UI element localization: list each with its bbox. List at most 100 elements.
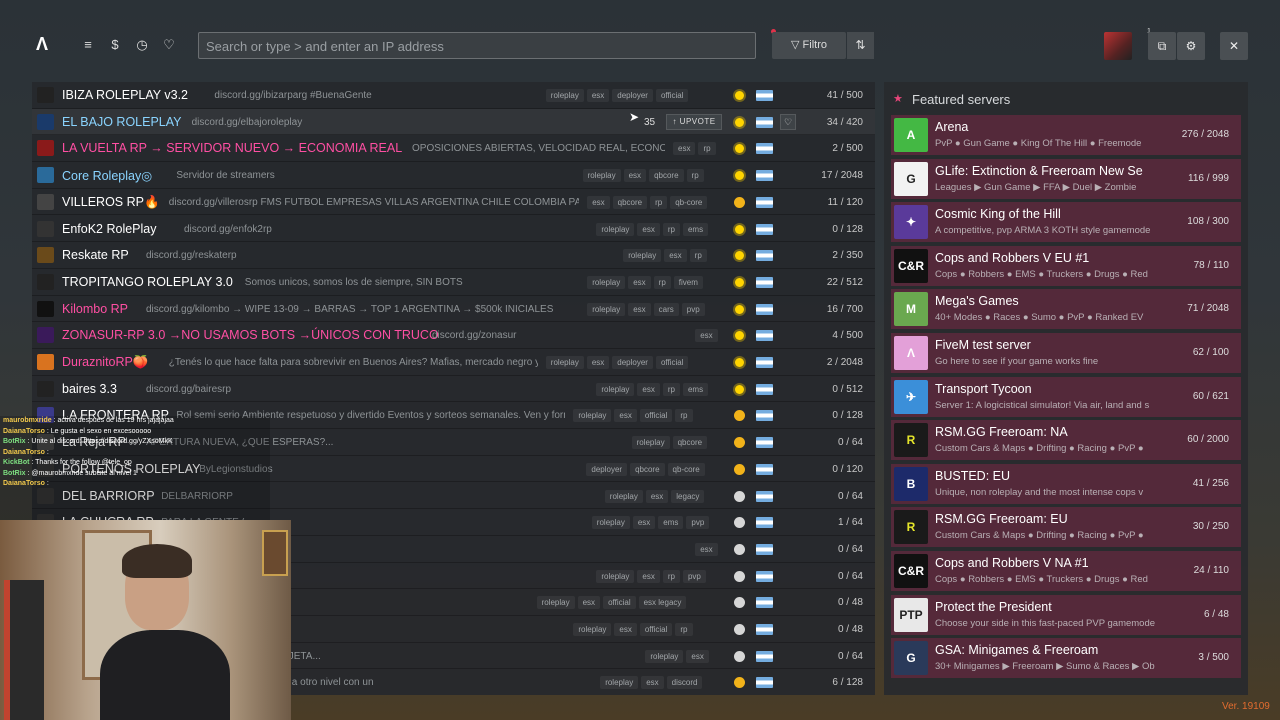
player-count: 22 / 512 bbox=[826, 276, 863, 288]
player-count: 2 / 2048 bbox=[826, 357, 863, 368]
server-row[interactable]: VILLEROS RP🔥 discord.gg/villerosrp FMS FU… bbox=[32, 189, 875, 216]
upvote-button[interactable]: ↑ UPVOTE bbox=[666, 113, 722, 130]
featured-server-card[interactable]: C&R Cops and Robbers V NA #1 Cops ● Robber… bbox=[891, 551, 1241, 591]
featured-server-card[interactable]: C&R Cops and Robbers V EU #1 Cops ● Robber… bbox=[891, 245, 1241, 286]
argentina-flag-icon bbox=[756, 383, 773, 395]
argentina-flag-icon bbox=[756, 624, 773, 635]
server-tag: esx bbox=[673, 142, 696, 156]
top-bar: Λ ≡ $ ◷ ♡ Search or type > and enter an … bbox=[0, 0, 1280, 90]
server-tag: esx bbox=[628, 302, 651, 316]
featured-server-icon: R bbox=[894, 510, 928, 545]
featured-server-description: Go here to see if your game works fine bbox=[935, 356, 1099, 367]
server-name: EnfoK2 RolePlay bbox=[62, 221, 157, 236]
featured-server-card[interactable]: ✦ Cosmic King of the Hill A competitive, p… bbox=[891, 202, 1241, 243]
server-name: IBIZA ROLEPLAY v3.2 bbox=[62, 88, 188, 102]
history-icon[interactable]: ◷ bbox=[132, 36, 152, 54]
featured-server-card[interactable]: R RSM.GG Freeroam: EU Custom Cars & Maps ●… bbox=[891, 507, 1241, 548]
featured-server-icon: C&R bbox=[894, 248, 928, 283]
player-count: 11 / 120 bbox=[827, 196, 863, 208]
argentina-flag-icon bbox=[756, 196, 773, 208]
server-tag: roleplay bbox=[596, 569, 635, 583]
fivem-logo[interactable]: Λ bbox=[36, 34, 56, 56]
gear-icon[interactable]: ⚙ bbox=[1177, 32, 1205, 60]
server-row[interactable]: TROPITANGO ROLEPLAY 3.0 Somos unicos, som… bbox=[32, 269, 875, 296]
featured-server-card[interactable]: A Arena PvP ● Gun Game ● King Of The Hill … bbox=[891, 115, 1241, 155]
server-icon bbox=[37, 327, 54, 344]
featured-server-icon: ✦ bbox=[894, 205, 928, 240]
server-tag: ems bbox=[682, 382, 709, 396]
streamer-body bbox=[100, 630, 230, 720]
server-icon bbox=[37, 247, 54, 264]
featured-player-count: 6 / 48 bbox=[1203, 608, 1229, 620]
server-tag: deployer bbox=[612, 356, 653, 369]
sort-button[interactable]: ⇅ bbox=[847, 32, 874, 59]
server-tags: roleplay esx qbcore rp bbox=[582, 169, 704, 183]
server-row[interactable]: Reskate RP discord.gg/reskaterp roleplay es… bbox=[32, 242, 875, 269]
server-tag: qbcore bbox=[612, 195, 648, 209]
server-row[interactable]: Kilombo RP discord.gg/kilombo → WIPE 13-0… bbox=[32, 296, 875, 323]
featured-server-icon: PTP bbox=[894, 597, 928, 632]
version-label: Ver. 19109 bbox=[1222, 701, 1270, 712]
server-tag: rp bbox=[653, 275, 671, 289]
server-tag: cars bbox=[653, 302, 679, 316]
featured-server-card[interactable]: R RSM.GG Freeroam: NA Custom Cars & Maps ●… bbox=[891, 420, 1241, 461]
webcam-picture-frame bbox=[262, 530, 288, 576]
chat-message: maurobmxride : activa despues de las 19 … bbox=[3, 416, 270, 427]
server-tag: rp bbox=[698, 142, 716, 156]
copy-icon[interactable]: ⧉ bbox=[1148, 32, 1176, 60]
list-icon[interactable]: ≡ bbox=[78, 36, 98, 54]
argentina-flag-icon bbox=[756, 116, 773, 128]
search-input[interactable]: Search or type > and enter an IP address bbox=[198, 32, 756, 59]
chat-text: : bbox=[44, 448, 49, 456]
close-icon[interactable]: ✕ bbox=[1220, 32, 1248, 60]
featured-server-description: Server 1: A logicistical simulator! Via … bbox=[935, 399, 1150, 411]
server-row[interactable]: EnfoK2 RolePlay discord.gg/enfok2rp rolepl… bbox=[32, 216, 875, 243]
filter-button[interactable]: ▽ Filtro bbox=[772, 32, 846, 59]
featured-server-card[interactable]: G GSA: Minigames & Freeroam 30+ Minigames … bbox=[891, 638, 1241, 679]
chat-text: : Thanks for the follow @tele_op bbox=[29, 459, 132, 466]
featured-server-card[interactable]: M Mega's Games 40+ Modes ● Races ● Sumo ● … bbox=[891, 289, 1241, 330]
featured-player-count: 78 / 110 bbox=[1193, 259, 1229, 271]
server-name: TROPITANGO ROLEPLAY 3.0 bbox=[62, 274, 233, 289]
featured-server-icon: B bbox=[894, 466, 928, 501]
server-row[interactable]: EL BAJO ROLEPLAY discord.gg/elbajorolepla… bbox=[32, 108, 875, 136]
player-count: 1 / 64 bbox=[837, 517, 863, 529]
featured-server-icon: Λ bbox=[894, 336, 928, 370]
server-icon bbox=[37, 167, 54, 184]
featured-server-card[interactable]: ✈ Transport Tycoon Server 1: A logicistica… bbox=[891, 376, 1241, 417]
server-row[interactable]: baires 3.3 discord.gg/bairesrp roleplay esx… bbox=[32, 376, 875, 403]
server-row[interactable]: DuraznitoRP🍑 ¿Tenés lo que hace falta par… bbox=[32, 349, 875, 376]
server-tag: esx bbox=[645, 489, 669, 503]
server-tag: fivem bbox=[673, 275, 703, 289]
server-row[interactable]: ZONASUR-RP 3.0 →NO USAMOS BOTS →ÚNICOS C… bbox=[32, 322, 875, 349]
server-tag: rp bbox=[662, 222, 680, 236]
player-count: 34 / 420 bbox=[826, 116, 863, 128]
server-row[interactable]: LA VUELTA RP → SERVIDOR NUEVO → ECONOMIA… bbox=[32, 135, 875, 163]
server-tag: roleplay bbox=[545, 356, 584, 369]
heart-icon[interactable]: ♡ bbox=[159, 36, 179, 54]
argentina-flag-icon bbox=[756, 90, 773, 101]
server-name: ZONASUR-RP 3.0 →NO USAMOS BOTS →ÚNICOS C… bbox=[62, 328, 439, 343]
server-tag: roleplay bbox=[545, 89, 584, 102]
server-status-icon bbox=[735, 251, 744, 261]
server-row[interactable]: Core Roleplay◎ Servidor de streamers rolep… bbox=[32, 162, 875, 189]
server-tags: roleplay esx rp pvp bbox=[596, 569, 706, 583]
server-tag: pvp bbox=[686, 516, 710, 530]
featured-server-card[interactable]: Λ FiveM test server Go here to see if your… bbox=[891, 333, 1241, 373]
player-count: 16 / 700 bbox=[826, 303, 863, 315]
server-name: Reskate RP bbox=[62, 248, 129, 263]
server-tags: roleplay esx deployer official bbox=[545, 89, 689, 102]
featured-server-card[interactable]: B BUSTED: EU Unique, non roleplay and the … bbox=[891, 463, 1241, 504]
server-tag: roleplay bbox=[573, 623, 612, 636]
featured-server-description: PvP ● Gun Game ● King Of The Hill ● Free… bbox=[935, 138, 1142, 149]
server-tag: rp bbox=[662, 382, 680, 396]
server-row[interactable]: IBIZA ROLEPLAY v3.2 discord.gg/ibizarparg… bbox=[32, 82, 875, 109]
featured-server-card[interactable]: PTP Protect the President Choose your side… bbox=[891, 594, 1241, 635]
server-tag: esx bbox=[637, 222, 660, 236]
avatar[interactable] bbox=[1104, 32, 1132, 60]
featured-server-card[interactable]: G GLife: Extinction & Freeroam New Se Leag… bbox=[891, 158, 1241, 199]
chat-username: DaianaTorso bbox=[3, 427, 45, 435]
mouse-cursor-icon: ➤ bbox=[629, 110, 640, 124]
dollar-icon[interactable]: $ bbox=[105, 36, 125, 54]
server-tags: esx qbcore rp qb-core bbox=[587, 195, 708, 209]
